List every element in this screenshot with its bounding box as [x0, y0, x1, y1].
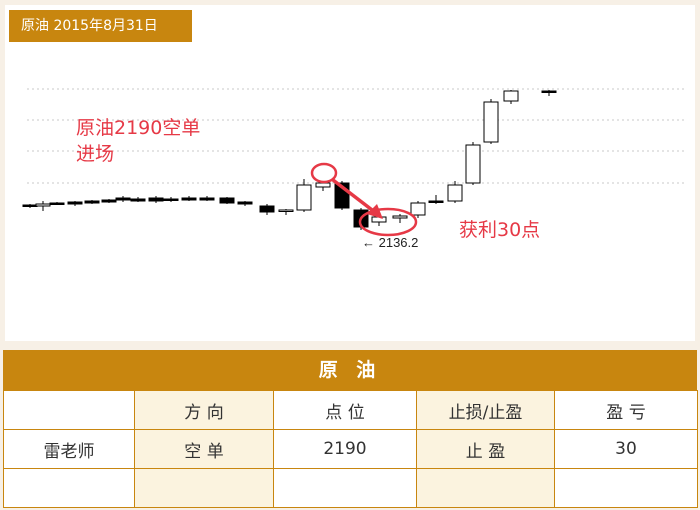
- header-cell: [3, 390, 135, 430]
- chart-panel: 原油 2015年8月31日 原油2190空单 进场 获利30点 ← 2136.2: [5, 5, 695, 341]
- table-title: 原 油: [3, 350, 697, 390]
- table-cell: 2190: [273, 429, 417, 469]
- entry-annotation-line2: 进场: [76, 143, 115, 165]
- table-cell: [416, 468, 555, 508]
- header-cell: 方 向: [134, 390, 274, 430]
- table-cell: [134, 468, 274, 508]
- table-row: [3, 468, 698, 508]
- table-cell: 空 单: [134, 429, 274, 469]
- trade-table: 原 油 方 向 点 位 止损/止盈 盈 亏 雷老师 空 单 2190 止 盈 3…: [3, 350, 698, 508]
- table-cell: 30: [554, 429, 698, 469]
- header-cell: 盈 亏: [554, 390, 698, 430]
- entry-annotation-line1: 原油2190空单: [76, 117, 201, 139]
- candle-body: [181, 197, 197, 201]
- entry-circle: [310, 162, 338, 184]
- table-cell: [273, 468, 417, 508]
- header-cell: 止损/止盈: [416, 390, 555, 430]
- candle-body: [410, 202, 426, 216]
- candle-body: [219, 197, 235, 204]
- header-row: 方 向 点 位 止损/止盈 盈 亏: [3, 390, 698, 430]
- candlestick-chart: [22, 88, 685, 237]
- candle-body: [278, 209, 294, 212]
- candle-body: [237, 201, 253, 205]
- candle-body: [130, 198, 146, 202]
- candle-body: [503, 90, 519, 102]
- table-cell: [554, 468, 698, 508]
- candle-body: [22, 204, 38, 207]
- date-tab: 原油 2015年8月31日: [9, 10, 192, 42]
- table-cell: [3, 468, 135, 508]
- candle-body: [49, 202, 65, 205]
- candle-body: [163, 198, 179, 201]
- candle-body: [447, 184, 463, 202]
- candle-body: [541, 90, 557, 93]
- candle-body: [315, 182, 331, 188]
- candle-body: [101, 199, 117, 203]
- candle-body: [84, 200, 100, 204]
- candle-body: [148, 197, 164, 202]
- header-cell: 点 位: [273, 390, 417, 430]
- candle-body: [35, 203, 51, 207]
- candle-body: [465, 144, 481, 184]
- trade-grid: 方 向 点 位 止损/止盈 盈 亏 雷老师 空 单 2190 止 盈 30: [3, 390, 698, 508]
- candle-body: [428, 200, 444, 203]
- candle-body: [259, 205, 275, 213]
- candle-body: [115, 197, 131, 201]
- candle-body: [392, 215, 408, 219]
- candle-body: [296, 184, 312, 211]
- candle-body: [67, 201, 83, 205]
- profit-annotation: 获利30点: [459, 219, 541, 241]
- candle-body: [199, 197, 215, 201]
- table-cell: 雷老师: [3, 429, 135, 469]
- low-price-label: ← 2136.2: [362, 235, 419, 250]
- candle-body: [483, 101, 499, 143]
- table-row: 雷老师 空 单 2190 止 盈 30: [3, 429, 698, 469]
- table-cell: 止 盈: [416, 429, 555, 469]
